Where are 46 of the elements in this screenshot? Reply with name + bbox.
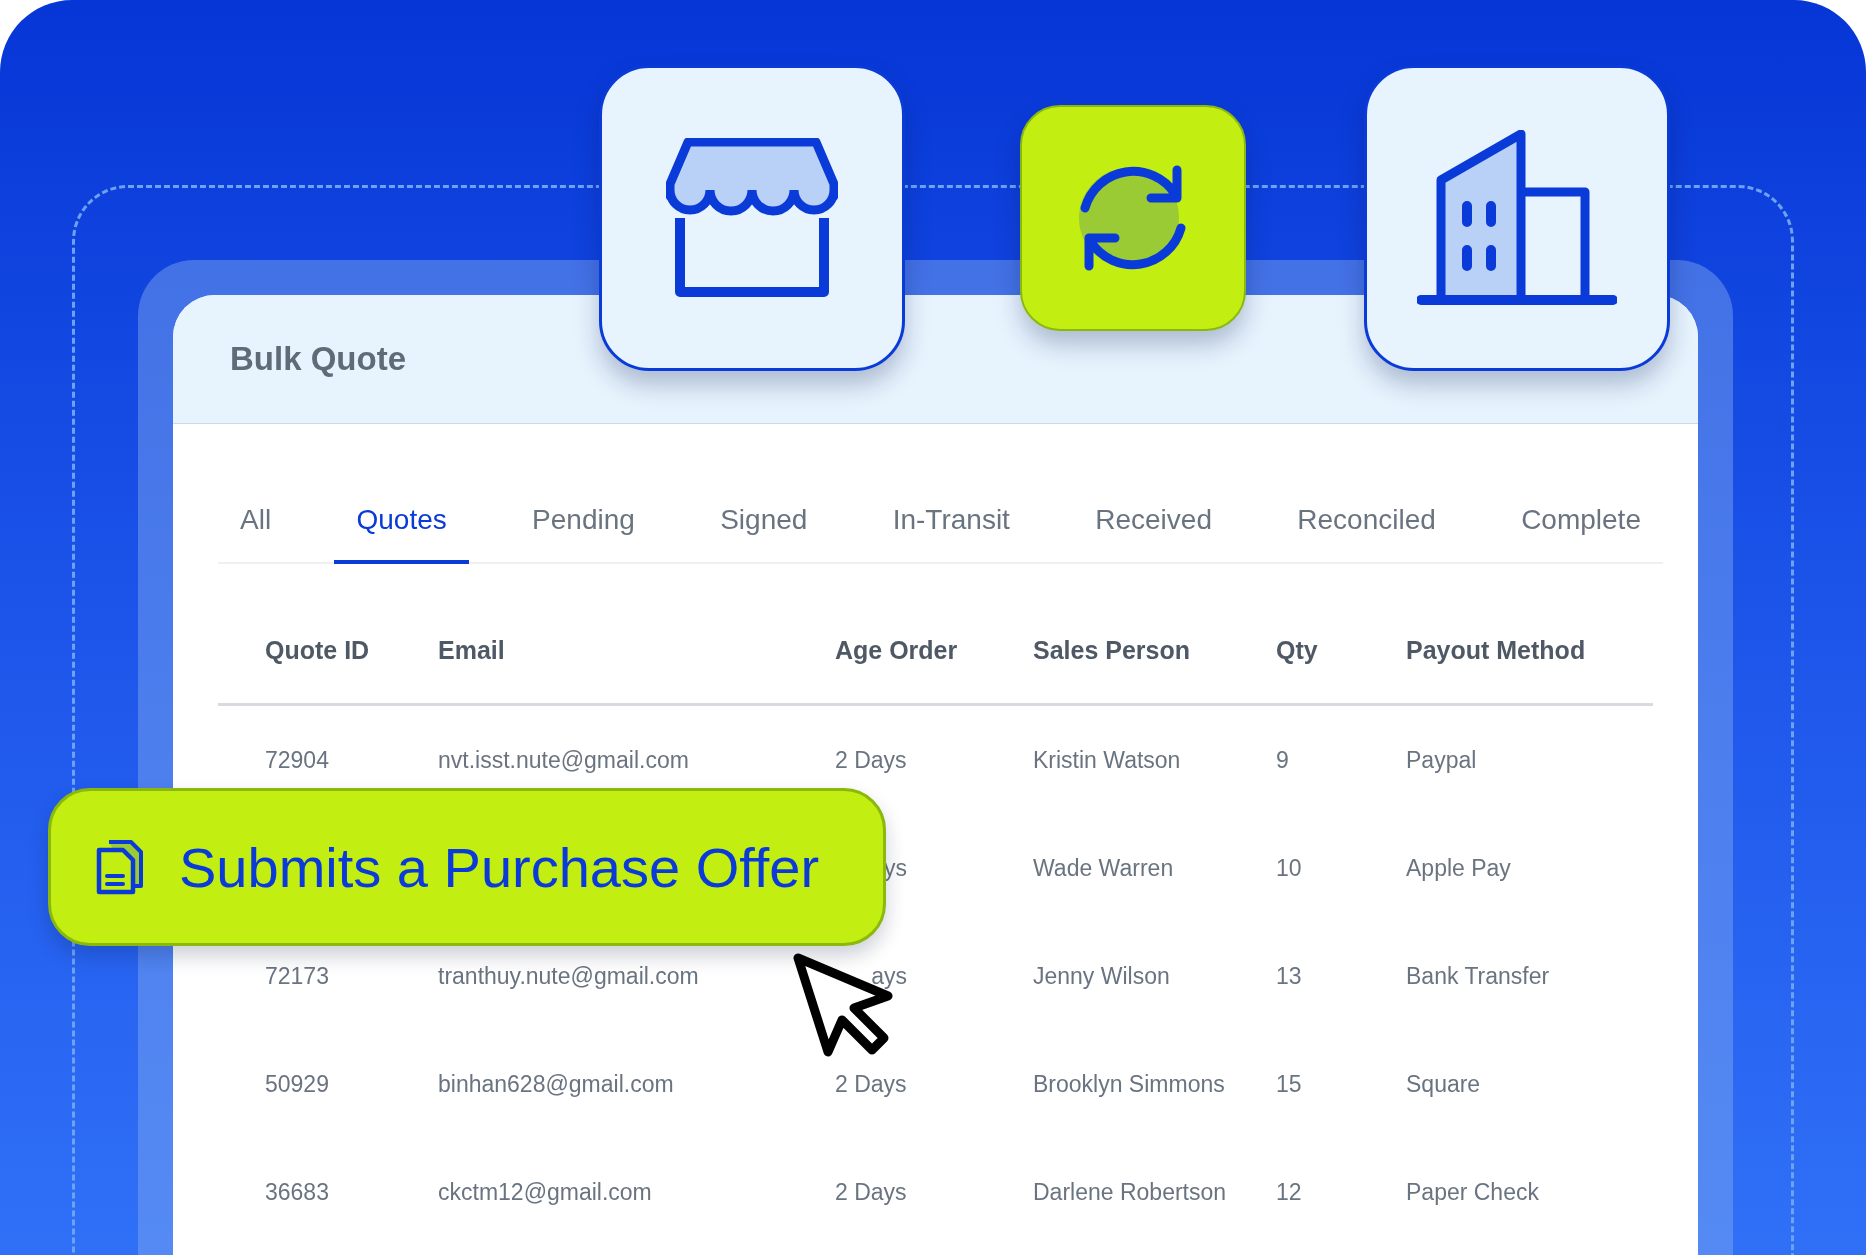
table-cell: 2 Days: [835, 1070, 907, 1097]
building-icon: [1417, 130, 1617, 306]
table-cell: 13: [1276, 962, 1302, 989]
table-cell: Apple Pay: [1406, 854, 1511, 881]
table-cell: nvt.isst.nute@gmail.com: [438, 746, 689, 773]
table-cell: 10: [1276, 854, 1302, 881]
tab[interactable]: Quotes: [334, 496, 469, 564]
table-cell: 72173: [265, 962, 329, 989]
column-header: Age Order: [835, 636, 959, 665]
table-cell: Brooklyn Simmons: [1033, 1070, 1225, 1097]
table-cell: Square: [1406, 1070, 1481, 1097]
table-cell: 36683: [265, 1178, 329, 1205]
tab[interactable]: Pending: [510, 496, 657, 564]
table-cell: Paper Check: [1406, 1178, 1539, 1205]
table-cell: 12: [1276, 1178, 1302, 1205]
table-cell: 2 Days: [835, 1178, 907, 1205]
callout-label: Submits a Purchase Offer: [179, 834, 820, 900]
document-icon: [95, 838, 145, 896]
tab[interactable]: Received: [1073, 496, 1234, 564]
table-cell: 2 Days: [835, 746, 907, 773]
table-cell: Darlene Robertson: [1033, 1178, 1227, 1205]
table-cell: Kristin Watson: [1033, 746, 1181, 773]
table-cell: 9: [1276, 746, 1289, 773]
column-header: Email: [438, 636, 506, 665]
table-cell: Jenny Wilson: [1033, 962, 1170, 989]
tab[interactable]: All: [218, 496, 294, 564]
store-icon: [666, 138, 838, 298]
column-header: Quote ID: [264, 636, 371, 665]
column-header: Sales Person: [1033, 636, 1192, 665]
table-cell: Wade Warren: [1033, 854, 1174, 881]
column-header: Payout Method: [1406, 636, 1587, 665]
table-cell: 50929: [265, 1070, 329, 1097]
card-title: Bulk Quote: [230, 340, 406, 378]
table-cell: Paypal: [1406, 746, 1477, 773]
column-header: Qty: [1276, 636, 1319, 665]
tab[interactable]: In-Transit: [870, 496, 1032, 564]
table-cell: ckctm12@gmail.com: [438, 1178, 652, 1205]
table-cell: 72904: [265, 746, 329, 773]
tab[interactable]: Reconciled: [1275, 496, 1458, 564]
table-cell-text: ays: [870, 962, 907, 990]
table-cell: Bank Transfer: [1406, 962, 1550, 989]
tab[interactable]: Signed: [698, 496, 830, 564]
table-cell: binhan628@gmail.com: [438, 1070, 674, 1097]
tab[interactable]: Complete: [1499, 496, 1663, 564]
table-cell: tranthuy.nute@gmail.com: [438, 962, 699, 989]
table-cell: 15: [1276, 1070, 1302, 1097]
